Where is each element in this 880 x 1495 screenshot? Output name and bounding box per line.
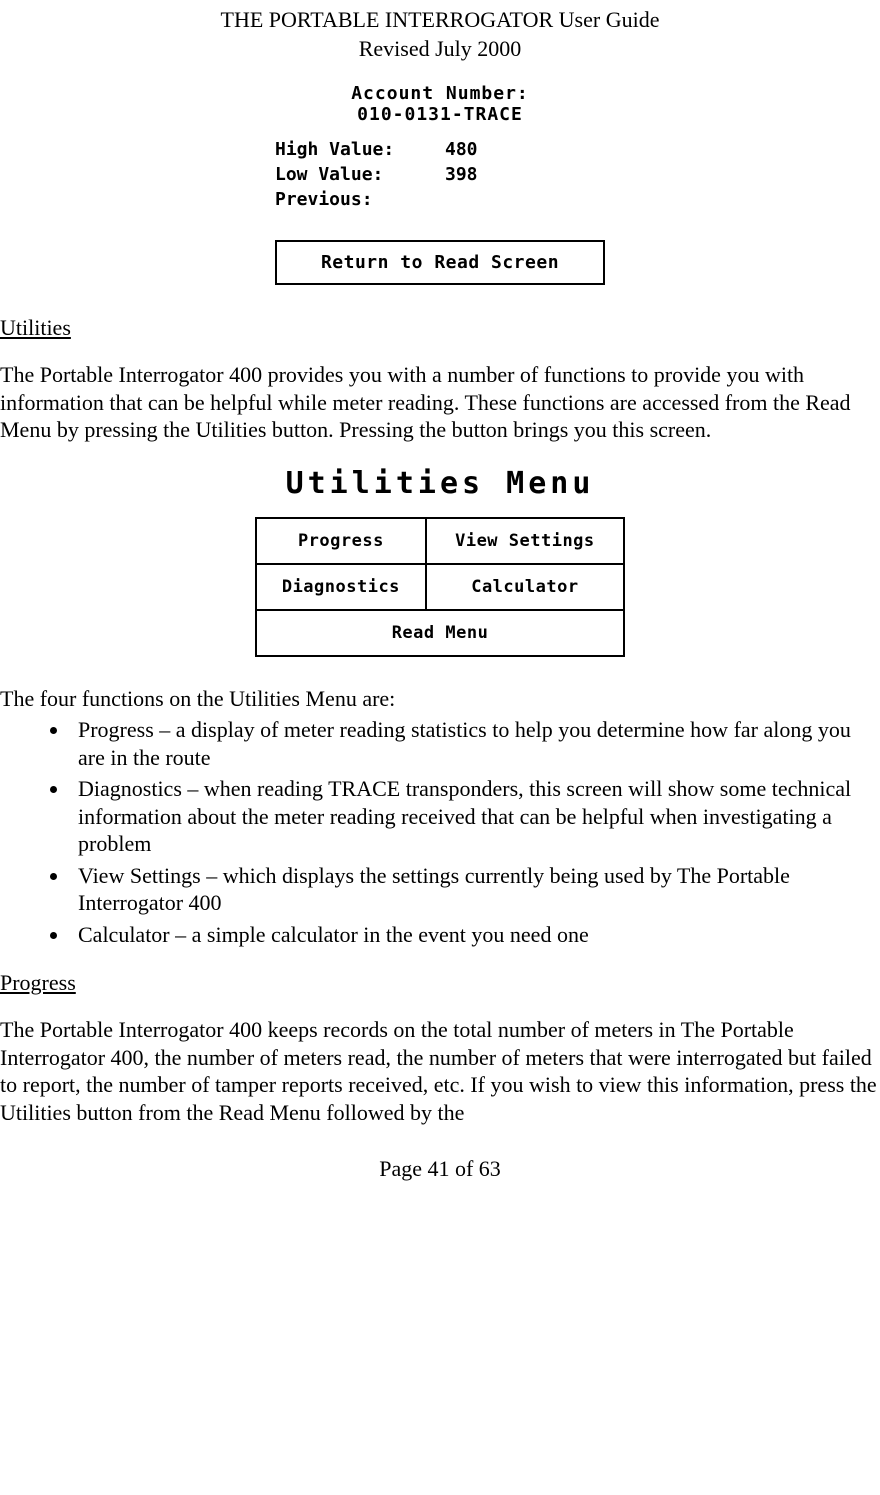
diagnostics-button[interactable]: Diagnostics bbox=[256, 564, 426, 610]
low-value: 398 bbox=[445, 164, 478, 185]
progress-paragraph: The Portable Interrogator 400 keeps reco… bbox=[0, 1016, 880, 1126]
account-info-screenshot: Account Number: 010-0131-TRACE High Valu… bbox=[275, 83, 605, 285]
account-number-value: 010-0131-TRACE bbox=[275, 104, 605, 125]
list-item: Calculator – a simple calculator in the … bbox=[70, 921, 880, 949]
functions-intro: The four functions on the Utilities Menu… bbox=[0, 685, 880, 713]
list-item: View Settings – which displays the setti… bbox=[70, 862, 880, 917]
utilities-paragraph: The Portable Interrogator 400 provides y… bbox=[0, 361, 880, 444]
list-item: Progress – a display of meter reading st… bbox=[70, 716, 880, 771]
doc-revision: Revised July 2000 bbox=[0, 35, 880, 64]
view-settings-button[interactable]: View Settings bbox=[426, 518, 624, 564]
progress-heading: Progress bbox=[0, 970, 880, 996]
read-menu-button[interactable]: Read Menu bbox=[256, 610, 624, 656]
high-value: 480 bbox=[445, 139, 478, 160]
progress-button[interactable]: Progress bbox=[256, 518, 426, 564]
utilities-menu-screenshot: Utilities Menu Progress View Settings Di… bbox=[255, 466, 625, 657]
list-item: Diagnostics – when reading TRACE transpo… bbox=[70, 775, 880, 858]
page-number: Page 41 of 63 bbox=[0, 1156, 880, 1182]
previous-label: Previous: bbox=[275, 189, 445, 210]
calculator-button[interactable]: Calculator bbox=[426, 564, 624, 610]
utilities-heading: Utilities bbox=[0, 315, 880, 341]
return-to-read-screen-button[interactable]: Return to Read Screen bbox=[275, 240, 605, 285]
doc-title: THE PORTABLE INTERROGATOR User Guide bbox=[0, 6, 880, 35]
high-value-label: High Value: bbox=[275, 139, 445, 160]
functions-list: Progress – a display of meter reading st… bbox=[0, 716, 880, 948]
utilities-menu-title: Utilities Menu bbox=[255, 466, 625, 501]
low-value-label: Low Value: bbox=[275, 164, 445, 185]
account-number-label: Account Number: bbox=[275, 83, 605, 104]
